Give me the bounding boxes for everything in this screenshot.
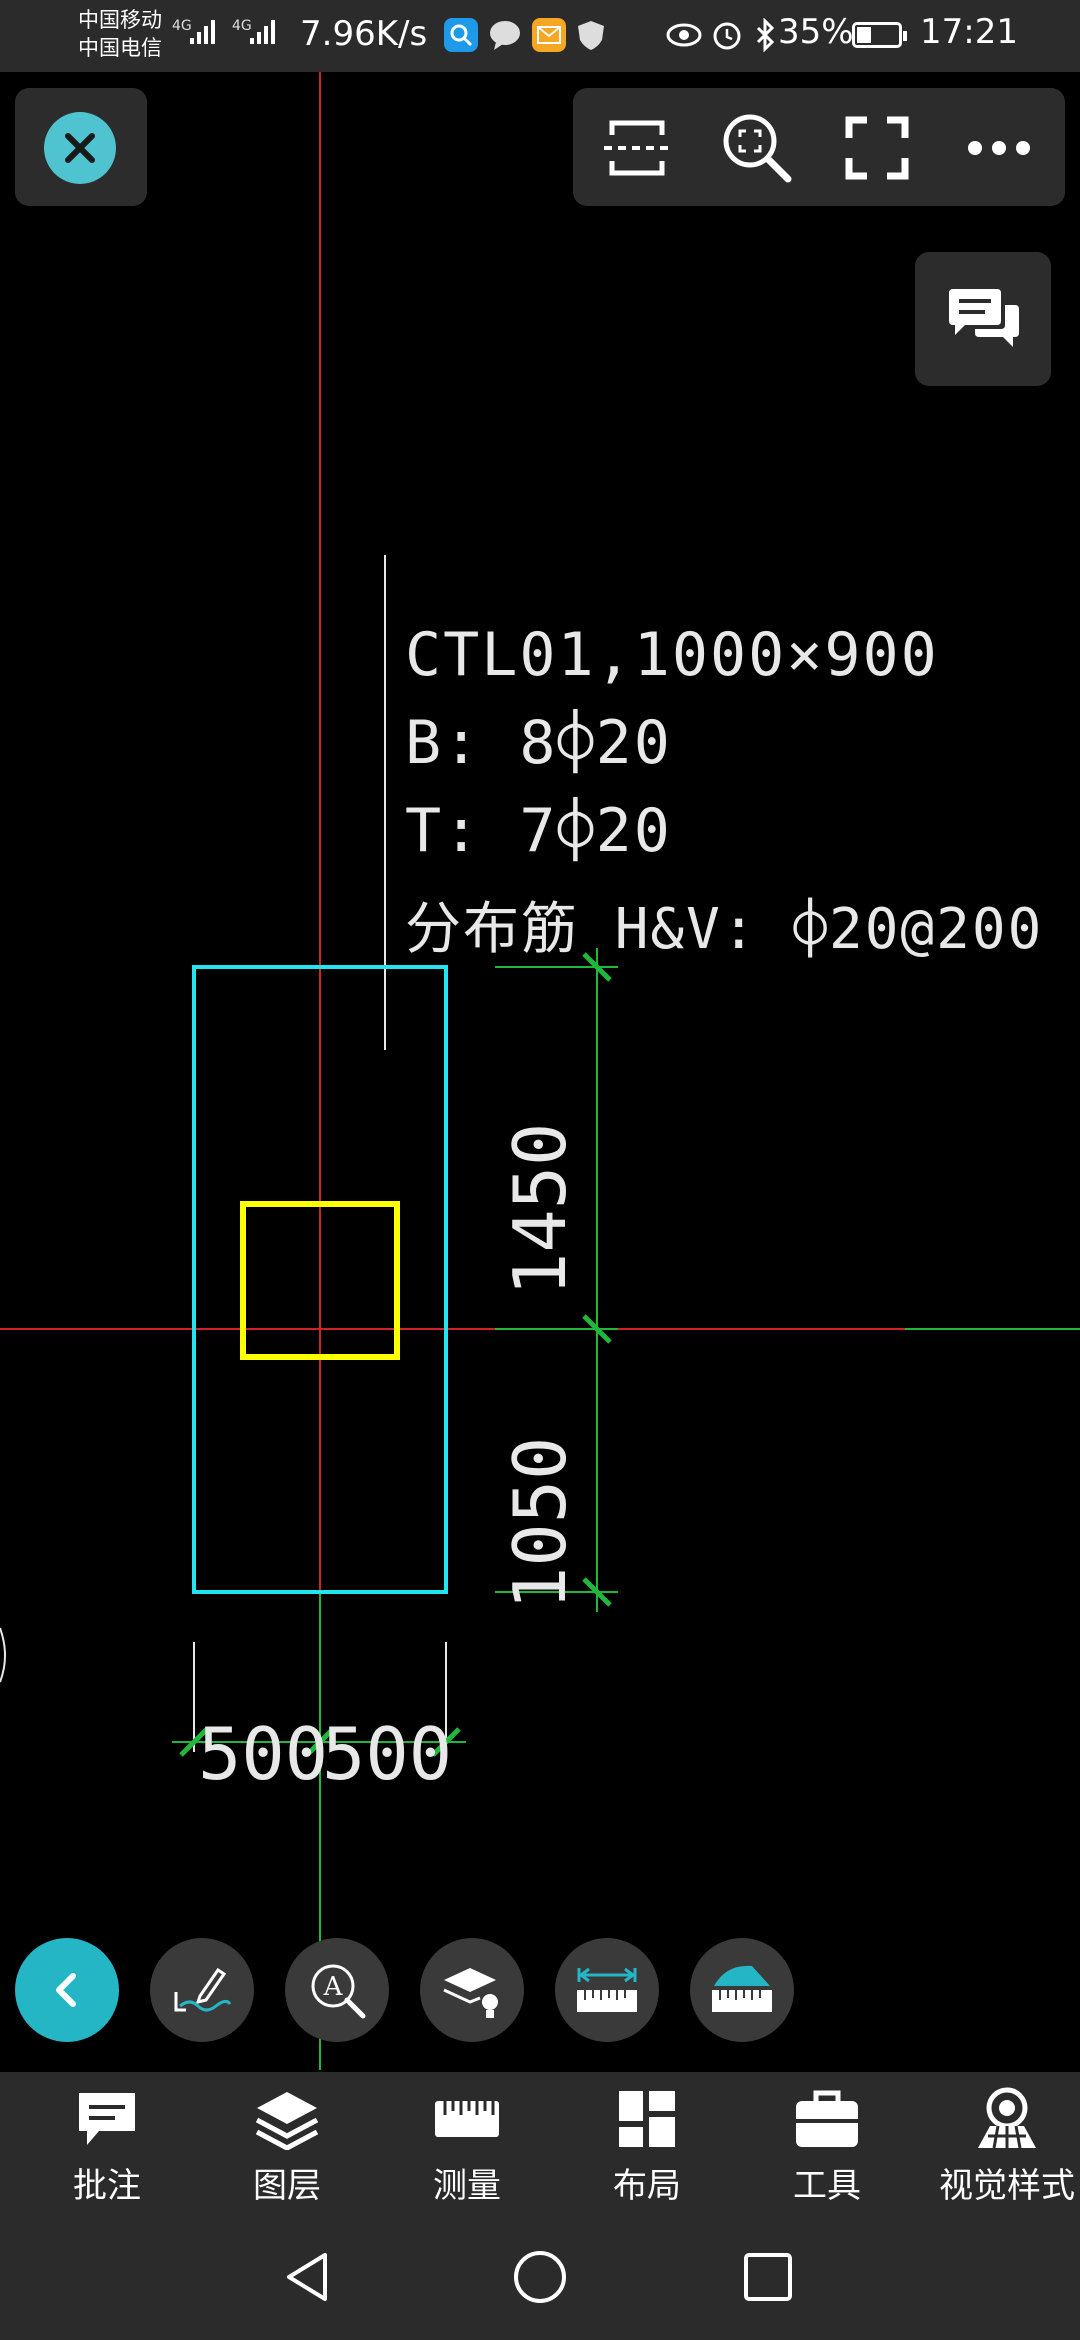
back-nav-icon: [287, 2253, 327, 2301]
mail-app-icon: [532, 18, 566, 52]
network-type-2: 4G: [232, 18, 252, 34]
markup-icon: [174, 1967, 232, 2012]
tab-label: 工具: [793, 2166, 861, 2206]
annotation-line-1: CTL01,1000×900: [405, 620, 939, 690]
tab-label: 批注: [73, 2166, 141, 2206]
toolbox-icon: [796, 2090, 858, 2147]
dim-text-500-left: 500: [198, 1712, 329, 1796]
battery-icon: [852, 22, 907, 48]
tab-measure[interactable]: 测量: [387, 2086, 547, 2207]
recents-nav-icon: [744, 2253, 792, 2301]
layer-light-tool-button[interactable]: [420, 1938, 524, 2042]
tab-tools[interactable]: 工具: [747, 2086, 907, 2207]
comments-icon: [949, 289, 1019, 347]
collapse-tools-button[interactable]: [15, 1938, 119, 2042]
measure-area-icon: [712, 1965, 772, 2012]
markup-tool-button[interactable]: [150, 1938, 254, 2042]
screenshot-icon: [604, 120, 670, 176]
comment-icon: [79, 2093, 135, 2145]
network-type-1: 4G: [172, 18, 192, 34]
dim-text-1450: 1450: [498, 1122, 582, 1296]
bottom-tab-bar: 批注 图层 测量 布局 工具 视觉样式: [0, 2072, 1080, 2214]
zoom-fit-button[interactable]: [715, 106, 799, 190]
top-toolbar: [573, 88, 1065, 206]
more-button[interactable]: [957, 106, 1041, 190]
signal-icon-2: [250, 20, 275, 44]
layers-icon: [255, 2092, 319, 2150]
annotation-line-4: 分布筋 H&V: ⌽20@200: [405, 897, 1044, 962]
annotation-line-3: T: 7⌽20: [405, 796, 672, 866]
carrier-1: 中国移动: [78, 8, 162, 32]
tab-layers[interactable]: 图层: [207, 2086, 367, 2207]
signal-icon-1: [190, 20, 215, 44]
nav-back-button[interactable]: [276, 2244, 342, 2310]
tab-layout[interactable]: 布局: [567, 2086, 727, 2207]
tab-label: 图层: [253, 2166, 321, 2206]
measure-area-tool-button[interactable]: [690, 1938, 794, 2042]
visual-style-icon: [978, 2087, 1036, 2149]
home-nav-icon: [514, 2251, 566, 2303]
battery-percent: 35%: [778, 12, 854, 52]
eye-icon: [666, 18, 702, 52]
clock: 17:21: [920, 12, 1018, 52]
nav-recents-button[interactable]: [735, 2244, 801, 2310]
alarm-icon: [710, 18, 744, 52]
dim-text-500-right: 500: [322, 1712, 453, 1796]
close-icon: [65, 133, 95, 163]
svg-text:A: A: [323, 1972, 344, 2002]
fullscreen-icon: [845, 116, 909, 180]
carrier-names: 中国移动 中国电信: [78, 6, 162, 62]
tab-visual-style[interactable]: 视觉样式: [927, 2086, 1080, 2207]
close-panel: [15, 88, 147, 206]
layer-light-icon: [443, 1968, 498, 2018]
partial-arc: [0, 1627, 6, 1683]
network-speed: 7.96K/s: [300, 14, 428, 54]
search-app-icon: [444, 18, 478, 52]
measure-length-icon: [577, 1967, 637, 2012]
more-icon: [968, 141, 1030, 155]
tab-label: 视觉样式: [939, 2166, 1075, 2206]
carrier-2: 中国电信: [78, 36, 162, 60]
status-bar: 中国移动 中国电信 4G 4G 7.96K/s 35% 17:21: [0, 0, 1080, 72]
shield-app-icon: [574, 18, 608, 52]
tab-annotation[interactable]: 批注: [27, 2086, 187, 2207]
fullscreen-button[interactable]: [835, 106, 919, 190]
close-button[interactable]: [44, 112, 116, 184]
comments-button[interactable]: [915, 252, 1051, 386]
measure-length-tool-button[interactable]: [555, 1938, 659, 2042]
text-search-tool-button[interactable]: A: [285, 1938, 389, 2042]
layout-icon: [619, 2091, 675, 2147]
nav-home-button[interactable]: [507, 2244, 573, 2310]
system-nav-bar: [0, 2214, 1080, 2340]
screenshot-button[interactable]: [595, 106, 679, 190]
back-icon: [56, 1973, 76, 2007]
zoom-fit-icon: [723, 114, 792, 183]
text-search-icon: A: [311, 1964, 366, 2019]
tab-label: 测量: [433, 2166, 501, 2206]
tab-label: 布局: [613, 2166, 681, 2206]
ruler-icon: [435, 2101, 499, 2137]
chat-app-icon: [488, 18, 522, 52]
annotation-line-2: B: 8⌽20: [405, 708, 672, 778]
dim-text-1050: 1050: [498, 1436, 582, 1610]
